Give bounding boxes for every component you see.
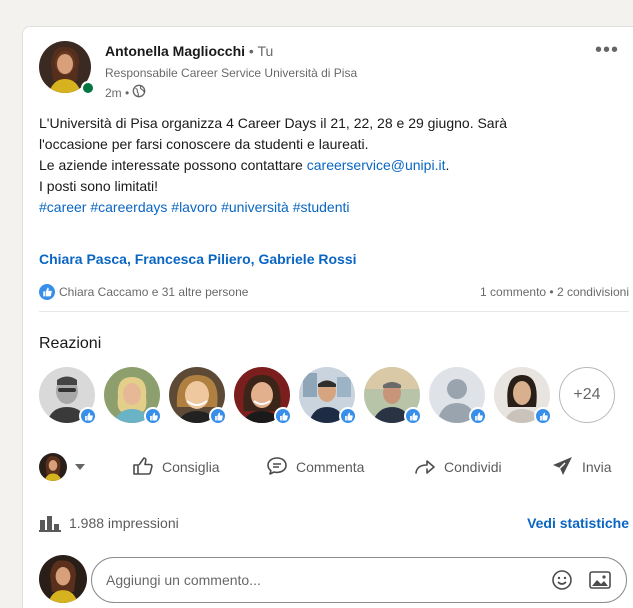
reactor-avatar[interactable] xyxy=(234,367,292,425)
image-icon[interactable] xyxy=(588,568,612,592)
post-body-line: I posti sono limitati! xyxy=(39,178,159,194)
view-stats-link[interactable]: Vedi statistiche xyxy=(527,515,629,531)
chevron-down-icon xyxy=(75,464,85,470)
comment-box xyxy=(91,557,627,603)
reactor-avatar[interactable] xyxy=(169,367,227,425)
like-badge-icon xyxy=(144,407,162,425)
author-name-line[interactable]: Antonella Magliocchi • Tu xyxy=(105,43,273,59)
send-button-label: Invia xyxy=(582,459,612,475)
hashtags[interactable]: #career #careerdays #lavoro #università … xyxy=(39,197,614,218)
post-header: Antonella Magliocchi • Tu Responsabile C… xyxy=(39,39,619,103)
more-options-icon[interactable]: ••• xyxy=(595,39,619,62)
post-body-text: Le aziende interessate possono contattar… xyxy=(39,157,307,173)
post-body-line: Le aziende interessate possono contattar… xyxy=(39,155,614,176)
post-meta: 2m • xyxy=(105,84,146,101)
post-body-line: L'Università di Pisa organizza 4 Career … xyxy=(39,115,508,131)
add-comment-row xyxy=(39,555,629,605)
like-badge-icon xyxy=(404,407,422,425)
share-button[interactable]: Condividi xyxy=(413,454,551,481)
reactor-avatar[interactable] xyxy=(299,367,357,425)
thumbs-up-icon xyxy=(131,454,155,481)
mentioned-people[interactable]: Chiara Pasca, Francesca Piliero, Gabriel… xyxy=(39,251,357,267)
comment-button-label: Commenta xyxy=(296,459,365,475)
reaction-identity-selector[interactable] xyxy=(39,453,131,481)
likes-summary[interactable]: Chiara Caccamo e 31 altre persone xyxy=(59,285,248,299)
like-badge-icon xyxy=(209,407,227,425)
comment-input[interactable] xyxy=(106,572,536,588)
like-reaction-icon xyxy=(39,284,55,300)
comment-button[interactable]: Commenta xyxy=(265,454,413,481)
like-badge-icon xyxy=(534,407,552,425)
author-name[interactable]: Antonella Magliocchi xyxy=(105,43,245,59)
comments-shares-count[interactable]: 1 commento • 2 condivisioni xyxy=(480,285,629,299)
post-card: Antonella Magliocchi • Tu Responsabile C… xyxy=(22,26,633,608)
my-avatar xyxy=(39,453,67,481)
like-badge-icon xyxy=(469,407,487,425)
send-button[interactable]: Invia xyxy=(551,454,612,481)
social-counts: Chiara Caccamo e 31 altre persone 1 comm… xyxy=(39,281,629,303)
comment-icon xyxy=(265,454,289,481)
bar-chart-icon xyxy=(39,514,61,532)
post-body: L'Università di Pisa organizza 4 Career … xyxy=(39,113,614,218)
reactor-avatar[interactable] xyxy=(494,367,552,425)
email-link[interactable]: careerservice@unipi.it xyxy=(307,157,446,173)
globe-icon xyxy=(132,84,146,101)
post-body-line: l'occasione per farsi conoscere da stude… xyxy=(39,136,369,152)
emoji-icon[interactable] xyxy=(550,568,574,592)
my-avatar xyxy=(39,555,87,603)
post-actions-bar: Consiglia Commenta Condividi Invia xyxy=(39,447,629,487)
like-badge-icon xyxy=(339,407,357,425)
like-button-label: Consiglia xyxy=(162,459,220,475)
more-reactors-button[interactable]: +24 xyxy=(559,367,615,423)
post-body-text: . xyxy=(445,157,450,173)
reactions-heading: Reazioni xyxy=(39,335,102,352)
reactor-avatar[interactable] xyxy=(104,367,162,425)
impressions-row: 1.988 impressioni Vedi statistiche xyxy=(39,511,629,535)
reactors-list: +24 xyxy=(39,367,615,425)
divider xyxy=(39,311,629,312)
impressions-count[interactable]: 1.988 impressioni xyxy=(69,515,179,531)
reactor-avatar[interactable] xyxy=(364,367,422,425)
reactor-avatar[interactable] xyxy=(429,367,487,425)
send-icon xyxy=(551,454,575,481)
like-badge-icon xyxy=(274,407,292,425)
share-arrow-icon xyxy=(413,454,437,481)
connection-degree: • Tu xyxy=(248,43,274,59)
author-title: Responsabile Career Service Università d… xyxy=(105,66,358,80)
like-badge-icon xyxy=(79,407,97,425)
online-status-indicator xyxy=(81,81,95,95)
post-time: 2m • xyxy=(105,85,130,100)
share-button-label: Condividi xyxy=(444,459,502,475)
reactor-avatar[interactable] xyxy=(39,367,97,425)
like-button[interactable]: Consiglia xyxy=(131,454,265,481)
